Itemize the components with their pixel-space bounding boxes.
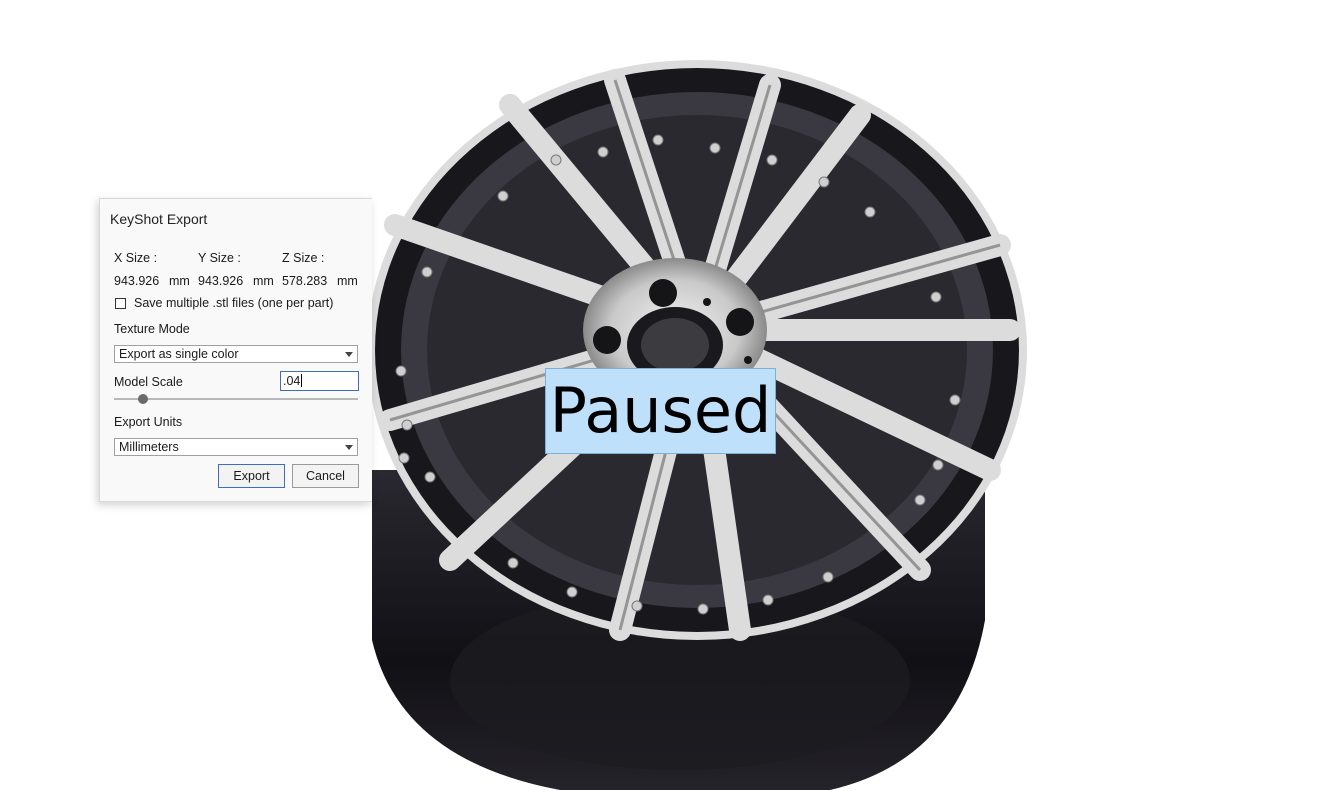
x-size-label: X Size :	[114, 251, 158, 265]
text-caret	[301, 374, 303, 387]
model-scale-slider[interactable]	[114, 398, 358, 400]
chevron-down-icon	[345, 445, 353, 450]
z-size-value: 578.283	[282, 274, 328, 288]
model-scale-value: .04	[283, 374, 301, 388]
texture-mode-select[interactable]: Export as single color	[114, 345, 358, 363]
model-scale-slider-thumb[interactable]	[138, 394, 149, 404]
y-size-unit: mm	[253, 274, 274, 288]
export-units-label: Export Units	[114, 415, 183, 429]
model-scale-label: Model Scale	[114, 375, 183, 389]
save-multiple-label[interactable]: Save multiple .stl files (one per part)	[134, 296, 333, 310]
texture-mode-label: Texture Mode	[114, 322, 190, 336]
z-size-unit: mm	[337, 274, 358, 288]
export-button[interactable]: Export	[218, 464, 285, 488]
x-size-unit: mm	[169, 274, 190, 288]
cancel-button[interactable]: Cancel	[292, 464, 359, 488]
dialog-title: KeyShot Export	[110, 211, 208, 227]
model-scale-input[interactable]: .04	[280, 371, 359, 391]
chevron-down-icon	[345, 352, 353, 357]
save-multiple-checkbox[interactable]	[115, 298, 126, 309]
export-units-select[interactable]: Millimeters	[114, 438, 358, 456]
y-size-label: Y Size :	[198, 251, 241, 265]
z-size-label: Z Size :	[282, 251, 325, 265]
keyshot-export-dialog: KeyShot Export X Size : Y Size : Z Size …	[99, 198, 372, 502]
export-units-value: Millimeters	[119, 440, 179, 454]
y-size-value: 943.926	[198, 274, 244, 288]
x-size-value: 943.926	[114, 274, 160, 288]
texture-mode-value: Export as single color	[119, 347, 239, 361]
paused-overlay: Paused	[545, 368, 776, 454]
